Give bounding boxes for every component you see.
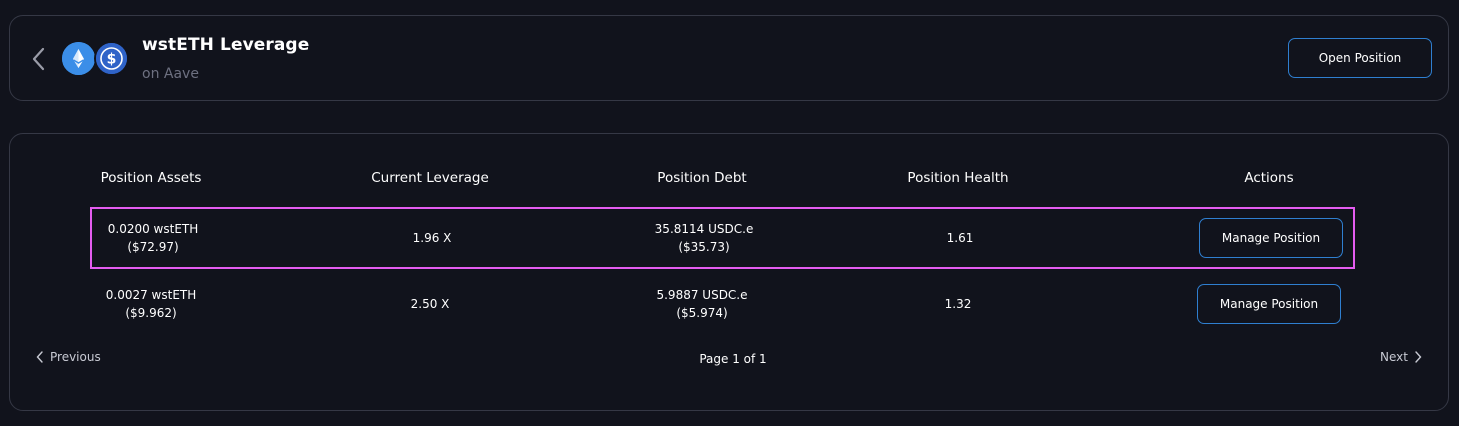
assets-usd-value: ($72.97) [127, 240, 179, 254]
leverage-cell: 1.96 X [412, 231, 452, 245]
assets-amount: 0.0200 wstETH [107, 222, 199, 236]
column-header-current-leverage: Current Leverage [371, 170, 489, 186]
column-header-position-debt: Position Debt [657, 170, 747, 186]
column-header-actions: Actions [1244, 170, 1294, 186]
previous-page-button[interactable]: Previous [36, 350, 101, 364]
assets-amount: 0.0027 wstETH [105, 288, 197, 302]
svg-text:$: $ [107, 52, 117, 68]
health-cell: 1.61 [946, 231, 974, 245]
manage-position-button[interactable]: Manage Position [1199, 218, 1343, 258]
debt-usd-value: ($35.73) [678, 240, 730, 254]
open-position-button[interactable]: Open Position [1288, 38, 1432, 78]
page-indicator: Page 1 of 1 [699, 352, 767, 366]
health-cell: 1.32 [944, 297, 972, 311]
wsteth-icon [62, 42, 95, 75]
column-header-position-assets: Position Assets [100, 170, 202, 186]
debt-usd-value: ($5.974) [676, 306, 728, 320]
previous-label: Previous [50, 350, 101, 364]
table-row: 0.0200 wstETH ($72.97) 1.96 X 35.8114 US… [90, 207, 1355, 269]
debt-amount: 5.9887 USDC.e [656, 288, 748, 302]
column-header-position-health: Position Health [907, 170, 1009, 186]
assets-usd-value: ($9.962) [125, 306, 177, 320]
strategy-header-card: $ wstETH Leverage on Aave Open Position [9, 15, 1449, 101]
position-debt-cell: 35.8114 USDC.e ($35.73) [655, 220, 754, 256]
table-row: 0.0027 wstETH ($9.962) 2.50 X 5.9887 USD… [90, 273, 1355, 335]
protocol-subtitle: on Aave [142, 66, 199, 82]
leverage-cell: 2.50 X [410, 297, 450, 311]
positions-table-card: Position Assets Current Leverage Positio… [9, 133, 1449, 411]
next-page-button[interactable]: Next [1380, 350, 1422, 364]
next-label: Next [1380, 350, 1408, 364]
page-title: wstETH Leverage [142, 35, 310, 55]
position-assets-cell: 0.0200 wstETH ($72.97) [108, 220, 199, 256]
chevron-left-icon [32, 47, 45, 71]
back-button[interactable] [30, 46, 50, 72]
chevron-right-icon [1415, 351, 1422, 363]
debt-amount: 35.8114 USDC.e [654, 222, 754, 236]
chevron-left-icon [36, 351, 43, 363]
usdc-icon: $ [94, 41, 129, 76]
manage-position-button[interactable]: Manage Position [1197, 284, 1341, 324]
position-assets-cell: 0.0027 wstETH ($9.962) [106, 286, 197, 322]
position-debt-cell: 5.9887 USDC.e ($5.974) [656, 286, 747, 322]
